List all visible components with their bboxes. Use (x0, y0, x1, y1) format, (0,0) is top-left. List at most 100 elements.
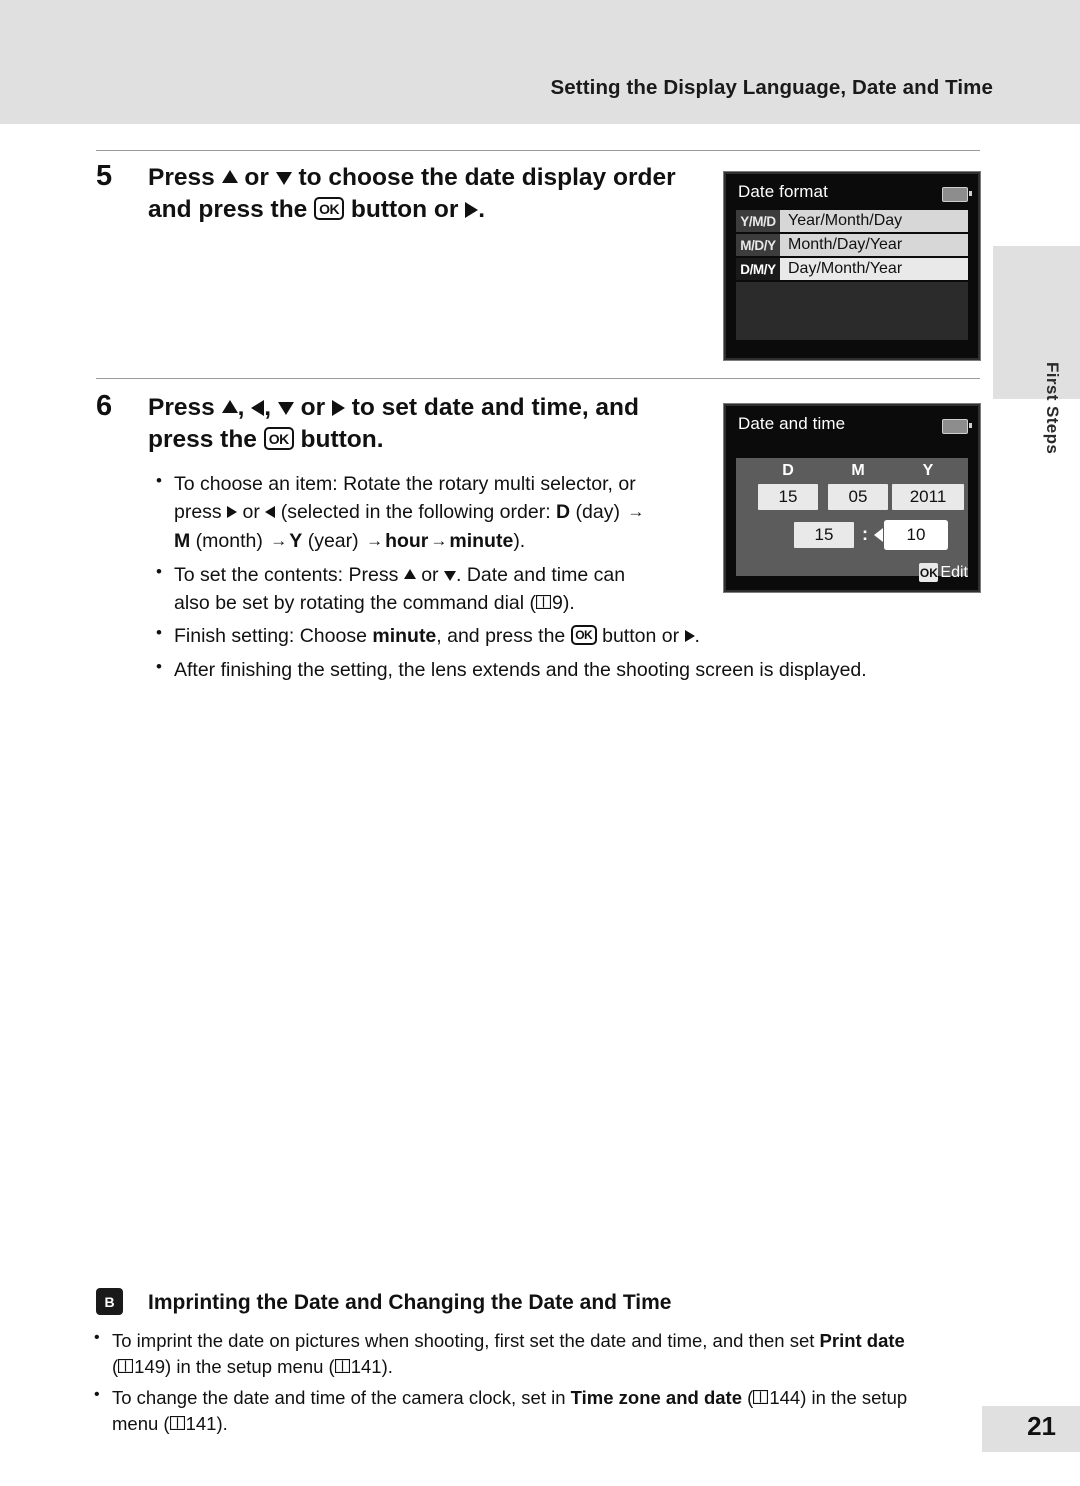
rule-top-step6 (96, 378, 980, 379)
arrow-right-glyph: → (270, 530, 288, 550)
down-arrow-icon (443, 570, 456, 581)
note-token-time-zone-and-date: Time zone and date (570, 1386, 742, 1408)
note-bullet-2-e: menu ( (112, 1412, 170, 1434)
left-arrow-icon (265, 506, 276, 519)
selection-caret-icon (874, 528, 883, 542)
ok-button-icon: OK (314, 197, 345, 221)
arrow-right-glyph: → (366, 530, 384, 550)
bullet-finish-setting: Finish setting: Choose minute, and press… (148, 621, 978, 650)
up-arrow-icon (221, 170, 238, 184)
ok-button-icon: OK (263, 427, 294, 451)
step-5-line2: and press the OK button or . (148, 196, 485, 223)
date-value-day[interactable]: 15 (758, 484, 818, 510)
date-format-label-dmy: Day/Month/Year (780, 258, 968, 280)
bullet-after-finishing-text: After finishing the setting, the lens ex… (174, 659, 867, 682)
date-column-label-month: M (851, 462, 865, 479)
note-bullet-2-ref2: 141 (185, 1412, 217, 1434)
step-6-line1-e: to set date and time, and (344, 394, 639, 421)
date-format-tag-ymd: Y/M/D (736, 210, 780, 232)
date-and-time-screen: Date and time D M Y 15 05 2011 15 : 10 O… (724, 404, 980, 592)
page-number: 21 (1027, 1411, 1056, 1441)
date-and-time-edit-area: D M Y 15 05 2011 15 : 10 (736, 458, 968, 576)
date-format-row-mdy[interactable]: M/D/Y Month/Day/Year (736, 234, 968, 256)
bullet-choose-item: To choose an item: Rotate the rotary mul… (148, 469, 708, 555)
book-reference-icon (169, 1415, 185, 1430)
time-value-minute[interactable]: 10 (886, 522, 946, 548)
step-6-line1: Press , , or to set date and time, and (148, 394, 639, 421)
step-5-number: 5 (96, 160, 113, 192)
bullet-choose-item-line1: To choose an item: Rotate the rotary mul… (174, 473, 636, 495)
bullet-set-contents-line2-a: also be set by rotating the command dial… (174, 592, 537, 615)
bullet-token-year: Y (289, 529, 303, 552)
right-arrow-icon (331, 399, 345, 416)
bullet-token-month: M (174, 529, 191, 552)
note-bullet-list: To imprint the date on pictures when sho… (88, 1327, 986, 1439)
step-5-line1-c: to choose the date display order (291, 164, 676, 191)
left-arrow-icon (251, 399, 265, 416)
bullet-finish-e: . (694, 625, 700, 647)
right-arrow-icon (684, 629, 695, 642)
bullet-set-contents-ref: 9 (552, 592, 563, 615)
date-column-label-year: Y (922, 462, 934, 479)
bullet-choose-item-line2-a: press (174, 501, 228, 524)
bullet-token-minute: minute (372, 625, 437, 647)
date-value-year[interactable]: 2011 (892, 484, 964, 510)
time-value-hour[interactable]: 15 (794, 522, 854, 548)
step-5-line2-b: button or (344, 196, 466, 224)
note-bullet-1-d: ) in the setup menu ( (165, 1356, 335, 1378)
step-5-text: Press or to choose the date display orde… (148, 162, 708, 226)
bullet-token-hour: hour (385, 529, 429, 552)
date-format-screen: Date format Y/M/D Year/Month/Day M/D/Y M… (724, 172, 980, 360)
page-header-title: Setting the Display Language, Date and T… (550, 76, 993, 99)
edit-hint: OK Edit (919, 563, 968, 582)
right-arrow-icon (227, 506, 238, 519)
bullet-choose-item-line3-end: ). (513, 529, 526, 552)
edit-label: Edit (940, 563, 968, 581)
arrow-right-glyph: → (627, 502, 645, 522)
date-format-empty-area (736, 282, 968, 340)
step-6-line1-c: , (264, 394, 278, 421)
step-6-text: Press , , or to set date and time, and p… (148, 392, 708, 456)
step-6-bullet-list: To choose an item: Rotate the rotary mul… (148, 469, 708, 620)
down-arrow-icon (277, 402, 294, 416)
header-band (0, 0, 1080, 124)
step-5-line1: Press or to choose the date display orde… (148, 164, 676, 191)
bullet-after-finishing: After finishing the setting, the lens ex… (148, 655, 978, 684)
note-bullet-1-ref1: 149 (134, 1356, 166, 1378)
step-5-line2-c: . (478, 196, 486, 224)
date-format-row-dmy[interactable]: D/M/Y Day/Month/Year (736, 258, 968, 280)
bullet-finish-d: button or (596, 625, 685, 647)
bullet-set-contents-c: . Date and time can (455, 563, 626, 586)
date-format-row-ymd[interactable]: Y/M/D Year/Month/Day (736, 210, 968, 232)
step-6-line1-b: , (237, 394, 252, 421)
note-bullet-time-zone: To change the date and time of the camer… (88, 1384, 986, 1438)
note-icon: B (96, 1288, 123, 1315)
note-token-print-date: Print date (819, 1330, 905, 1351)
note-bullet-1-a: To imprint the date on pictures when sho… (112, 1330, 820, 1351)
date-format-tag-dmy: D/M/Y (736, 258, 780, 280)
note-bullet-print-date: To imprint the date on pictures when sho… (88, 1327, 986, 1381)
date-format-label-ymd: Year/Month/Day (780, 210, 968, 232)
bullet-set-contents: To set the contents: Press or . Date and… (148, 560, 708, 618)
date-value-month[interactable]: 05 (828, 484, 888, 510)
note-title: Imprinting the Date and Changing the Dat… (148, 1291, 672, 1314)
edit-key-icon: OK (919, 563, 939, 582)
time-colon: : (862, 524, 868, 544)
bullet-token-minute: minute (449, 529, 514, 552)
document-page: Setting the Display Language, Date and T… (0, 0, 1080, 1486)
book-reference-icon (118, 1359, 134, 1374)
side-tab-label: First Steps (1043, 362, 1062, 455)
side-tab-band (993, 246, 1080, 399)
date-format-label-mdy: Month/Day/Year (780, 234, 968, 256)
up-arrow-icon (221, 400, 238, 414)
book-reference-icon (753, 1389, 769, 1404)
step-6-line1-a: Press (148, 394, 222, 421)
bullet-choose-item-line2-b: or (237, 501, 266, 524)
step-6-number: 6 (96, 390, 113, 422)
bullet-set-contents-b: or (415, 563, 444, 586)
date-format-screen-title: Date format (738, 182, 828, 201)
step-6-line1-d: or (293, 394, 332, 421)
step-6-bullet-list-wide: Finish setting: Choose minute, and press… (148, 621, 978, 688)
bullet-choose-item-line3-year: (year) (302, 529, 365, 552)
step-6-line2: press the OK button. (148, 426, 384, 453)
